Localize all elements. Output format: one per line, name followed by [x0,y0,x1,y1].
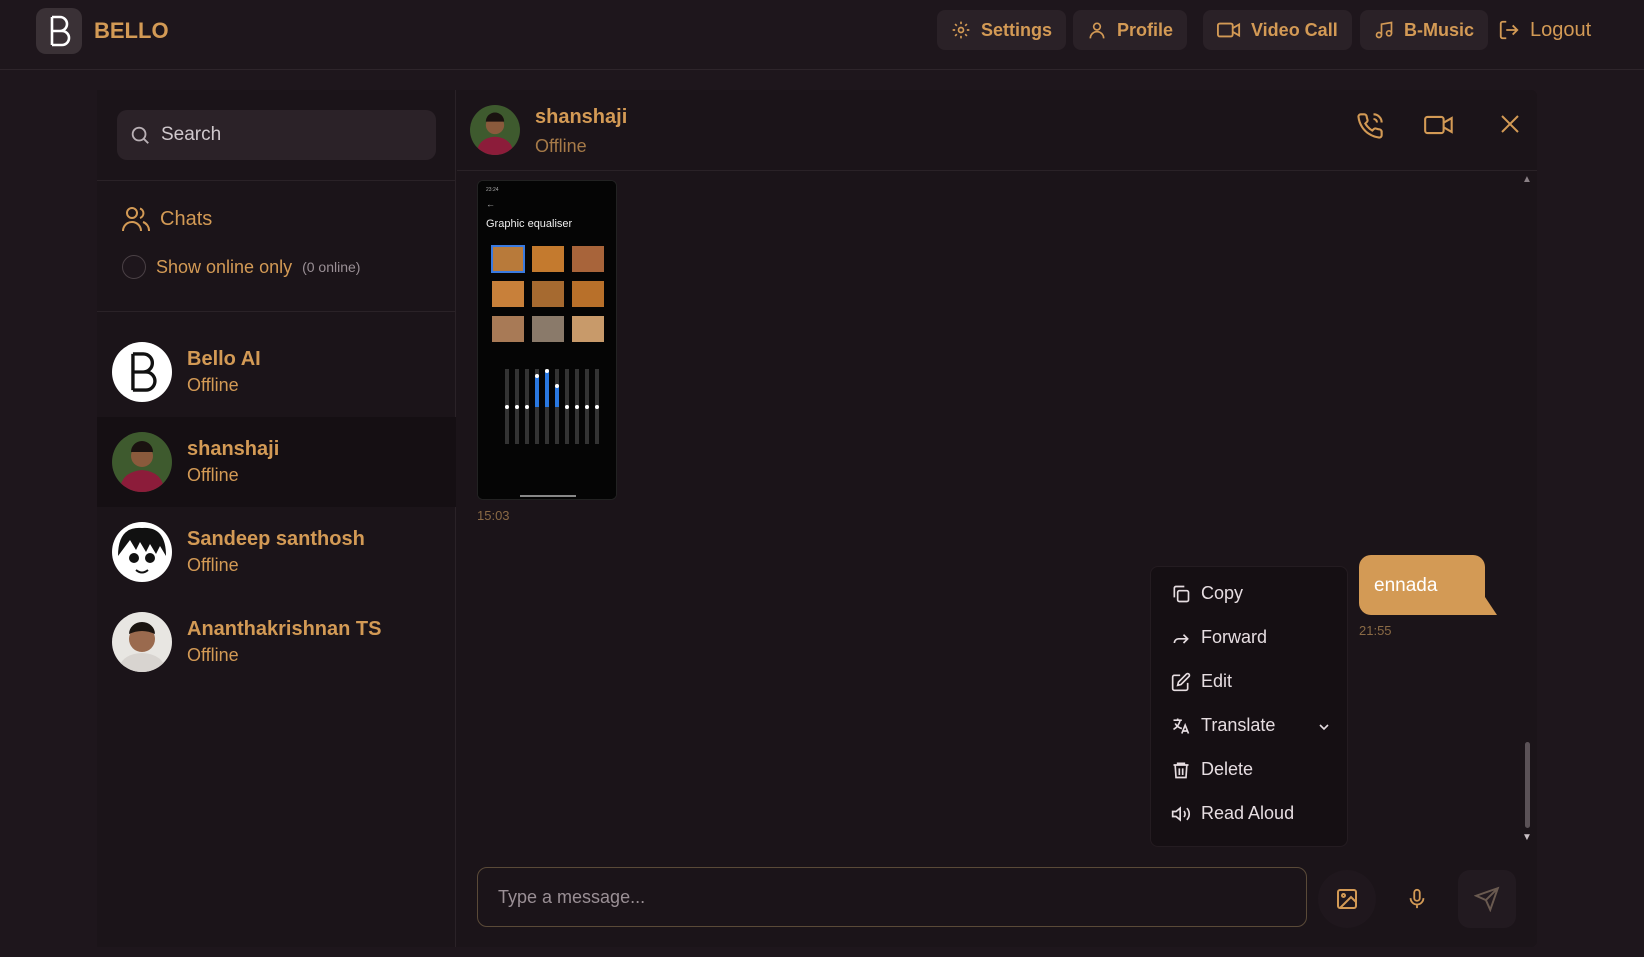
brand[interactable]: BELLO [36,8,169,54]
search-icon [131,126,149,144]
avatar [112,522,172,582]
video-call-button[interactable]: Video Call [1203,10,1352,50]
trash-icon [1173,762,1189,778]
menu-item-forward[interactable]: Forward [1171,627,1267,648]
menu-item-delete[interactable]: Delete [1171,759,1253,780]
image-title: Graphic equaliser [486,218,573,230]
video-icon [1424,115,1453,135]
menu-item-label: Translate [1201,715,1276,735]
video-icon [1217,22,1241,38]
message-context-menu: Copy Forward Edit Translate Delete Read … [1150,566,1348,847]
chats-heading-label: Chats [160,207,213,230]
chat-contact-name: shanshaji [535,106,628,128]
contact-name: Sandeep santhosh [187,528,365,550]
image-message[interactable]: 23:24 ← Graphic equaliser [477,180,617,500]
profile-label: Profile [1117,19,1174,40]
logout-label: Logout [1530,18,1592,41]
copy-icon [1173,585,1190,602]
settings-button[interactable]: Settings [937,10,1067,50]
menu-item-label: Copy [1201,583,1244,603]
b-music-button[interactable]: B-Music [1360,10,1489,50]
music-icon [1375,21,1393,39]
menu-item-label: Forward [1201,627,1268,647]
contact-status: Offline [187,465,239,485]
scroll-down-arrow[interactable]: ▼ [1522,832,1532,843]
contact-name: Bello AI [187,348,261,370]
avatar [112,612,172,672]
voice-record-button[interactable] [1388,870,1446,928]
close-icon [1501,115,1519,133]
chevron-down-icon[interactable] [1318,720,1330,738]
outgoing-message[interactable]: ennada [1359,555,1485,615]
contact-item[interactable]: Ananthakrishnan TS Offline [97,597,456,687]
menu-item-label: Edit [1201,671,1233,691]
menu-item-edit[interactable]: Edit [1171,671,1232,692]
chats-heading: Chats [122,206,212,232]
svg-text:23:24: 23:24 [486,187,499,193]
app-name: BELLO [94,18,169,43]
image-icon [1337,889,1357,909]
bello-logo-icon [36,8,82,54]
user-icon [1089,22,1105,39]
online-only-checkbox[interactable] [122,255,146,279]
logout-button[interactable]: Logout [1498,10,1591,50]
contact-name: shanshaji [187,438,280,460]
users-icon [122,207,150,232]
chat-contact-status: Offline [535,136,587,156]
contact-item[interactable]: shanshaji Offline [97,417,456,507]
video-call-header-button[interactable] [1424,112,1454,143]
logout-icon [1499,20,1519,40]
settings-label: Settings [981,19,1053,40]
scroll-up-arrow[interactable]: ▲ [1522,174,1532,185]
edit-icon [1171,672,1191,691]
show-online-toggle[interactable]: Show online only (0 online) [122,255,360,279]
menu-item-translate[interactable]: Translate [1171,715,1329,736]
contact-item[interactable]: Bello AI Offline [97,327,456,417]
bello-logo-icon [131,352,157,392]
message-text: ennada [1374,575,1438,596]
contact-status: Offline [187,645,239,665]
mic-icon [1409,888,1425,909]
speaker-icon [1171,805,1191,822]
contact-name: Ananthakrishnan TS [187,618,382,640]
menu-item-label: Delete [1201,759,1254,779]
divider [97,311,456,312]
search-placeholder: Search [161,124,222,145]
phone-icon [1357,113,1383,139]
contact-status: Offline [187,555,239,575]
message-composer[interactable] [477,867,1307,927]
avatar [470,105,520,155]
send-button[interactable] [1458,870,1516,928]
profile-button[interactable]: Profile [1073,10,1188,50]
online-only-label: Show online only [156,256,293,277]
message-time: 21:55 [1359,623,1392,638]
search-input[interactable]: Search [117,110,436,160]
close-chat-button[interactable] [1498,112,1522,141]
scrollbar-thumb[interactable] [1525,742,1530,828]
menu-item-copy[interactable]: Copy [1171,583,1243,604]
b-music-label: B-Music [1404,19,1475,40]
svg-text:←: ← [486,199,495,209]
contact-status: Offline [187,375,239,395]
translate-icon [1173,718,1190,734]
video-call-label: Video Call [1251,19,1338,40]
avatar [112,342,172,402]
gear-icon [952,21,970,39]
attach-image-button[interactable] [1318,870,1376,928]
message-input[interactable] [498,886,1286,908]
divider [97,180,456,181]
phone-call-button[interactable] [1356,112,1384,145]
bubble-tail [1485,597,1497,615]
forward-icon [1173,633,1189,644]
send-icon [1474,886,1500,912]
avatar [112,432,172,492]
menu-item-label: Read Aloud [1201,803,1295,823]
contact-item[interactable]: Sandeep santhosh Offline [97,507,456,597]
online-count: (0 online) [302,259,361,275]
menu-item-read-aloud[interactable]: Read Aloud [1171,803,1294,824]
message-time: 15:03 [477,508,510,523]
